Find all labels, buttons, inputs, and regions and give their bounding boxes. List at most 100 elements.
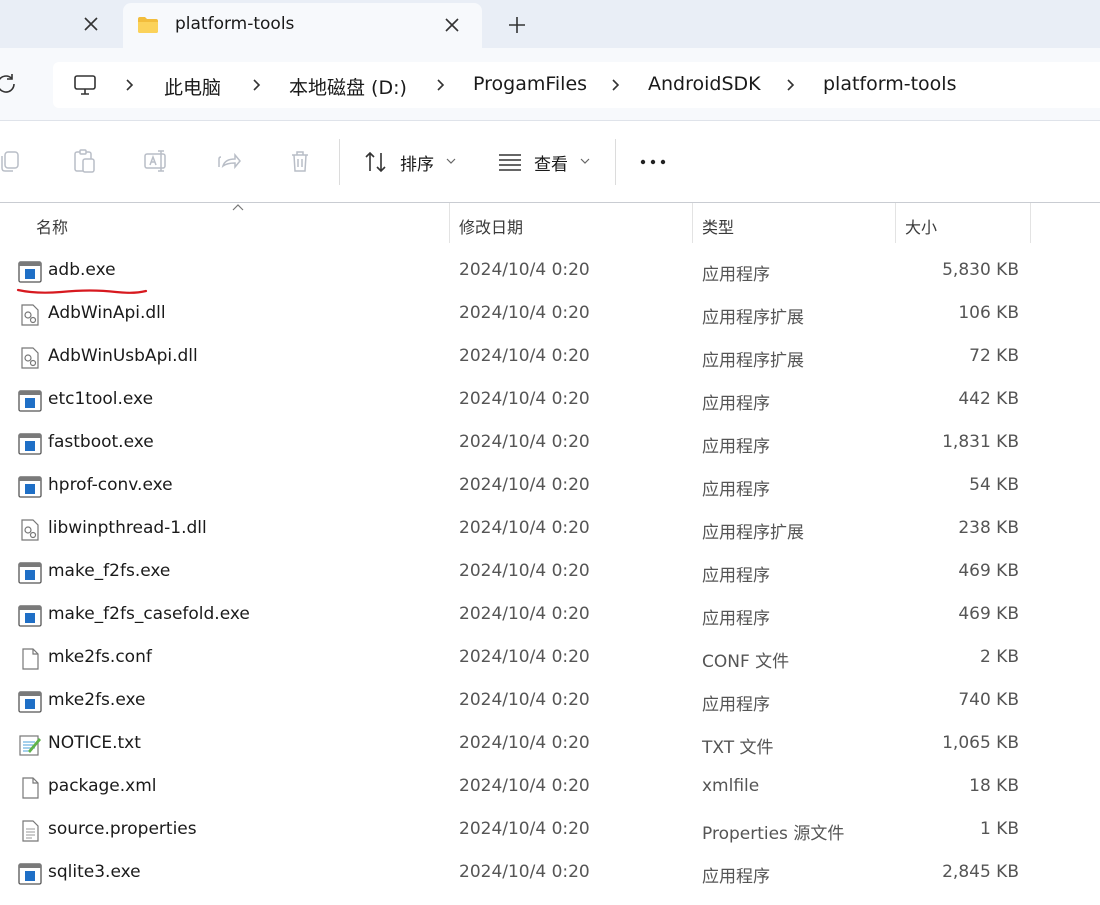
column-divider[interactable] [895,203,896,243]
toolbar-divider [339,139,340,185]
column-divider[interactable] [1030,203,1031,243]
column-size[interactable]: 大小 [905,214,937,238]
file-name: adb.exe [48,260,116,280]
file-row[interactable]: etc1tool.exe 2024/10/4 0:20 应用程序 442 KB [0,379,1100,422]
file-row[interactable]: libwinpthread-1.dll 2024/10/4 0:20 应用程序扩展 2… [0,508,1100,551]
column-date[interactable]: 修改日期 [459,214,523,238]
file-row[interactable]: AdbWinUsbApi.dll 2024/10/4 0:20 应用程序扩展 72 K… [0,336,1100,379]
exe-icon [18,261,42,283]
file-type: 应用程序扩展 [702,308,804,328]
file-date: 2024/10/4 0:20 [459,260,590,280]
dll-icon [18,347,42,369]
refresh-icon[interactable] [0,72,18,96]
sort-icon[interactable] [363,149,389,175]
rename-icon[interactable] [142,147,170,175]
file-row[interactable]: AdbWinApi.dll 2024/10/4 0:20 应用程序扩展 106 KB [0,293,1100,336]
file-row[interactable]: source.properties 2024/10/4 0:20 Propertie… [0,809,1100,852]
close-icon[interactable] [80,13,102,35]
tab-title: platform-tools [175,14,295,34]
exe-icon [18,433,42,455]
chevron-down-icon[interactable] [446,157,456,165]
view-button[interactable]: 查看 [534,150,568,175]
file-name: etc1tool.exe [48,389,154,409]
breadcrumb-this-pc[interactable]: 此电脑 [164,73,221,100]
sort-button[interactable]: 排序 [400,150,434,175]
chevron-right-icon[interactable] [610,79,622,91]
chevron-right-icon[interactable] [251,79,263,91]
file-name: make_f2fs.exe [48,561,171,581]
file-type: TXT 文件 [702,738,774,758]
column-divider[interactable] [692,203,693,243]
file-icon [18,777,42,799]
file-row[interactable]: sqlite3.exe 2024/10/4 0:20 应用程序 2,845 KB [0,852,1100,895]
file-row[interactable]: make_f2fs.exe 2024/10/4 0:20 应用程序 469 KB [0,551,1100,594]
dll-icon [18,519,42,541]
chevron-right-icon[interactable] [435,79,447,91]
file-date: 2024/10/4 0:20 [459,776,590,796]
file-name: libwinpthread-1.dll [48,518,207,538]
chevron-right-icon[interactable] [785,79,797,91]
trash-icon[interactable] [286,147,314,175]
file-row[interactable]: package.xml 2024/10/4 0:20 xmlfile 18 KB [0,766,1100,809]
file-type: 应用程序 [702,437,770,457]
column-type[interactable]: 类型 [702,214,734,238]
share-icon[interactable] [214,147,242,175]
file-type: 应用程序 [702,394,770,414]
exe-icon [18,390,42,412]
file-name: AdbWinApi.dll [48,303,166,323]
file-size: 18 KB [969,776,1019,796]
file-date: 2024/10/4 0:20 [459,432,590,452]
column-divider[interactable] [449,203,450,243]
copy-icon[interactable] [0,147,24,175]
file-type: CONF 文件 [702,652,790,672]
file-size: 2 KB [979,647,1019,667]
close-icon[interactable] [441,14,463,36]
file-row[interactable]: mke2fs.exe 2024/10/4 0:20 应用程序 740 KB [0,680,1100,723]
file-date: 2024/10/4 0:20 [459,303,590,323]
file-type: xmlfile [702,776,760,796]
file-name: package.xml [48,776,157,796]
file-date: 2024/10/4 0:20 [459,819,590,839]
file-row[interactable]: hprof-conv.exe 2024/10/4 0:20 应用程序 54 KB [0,465,1100,508]
file-row[interactable]: make_f2fs_casefold.exe 2024/10/4 0:20 应用程序… [0,594,1100,637]
file-name: source.properties [48,819,197,839]
file-size: 740 KB [958,690,1019,710]
address-bar[interactable]: 此电脑 本地磁盘 (D:) ProgamFiles AndroidSDK pla… [53,62,1100,108]
file-type: Properties 源文件 [702,824,845,844]
paste-icon[interactable] [70,147,98,175]
file-type: 应用程序 [702,480,770,500]
exe-icon [18,476,42,498]
file-name: mke2fs.conf [48,647,152,667]
chevron-right-icon[interactable] [124,79,136,91]
file-type: 应用程序 [702,867,770,887]
file-name: make_f2fs_casefold.exe [48,604,250,624]
breadcrumb-progamfiles[interactable]: ProgamFiles [473,73,587,95]
file-row[interactable]: adb.exe 2024/10/4 0:20 应用程序 5,830 KB [0,250,1100,293]
file-row[interactable]: fastboot.exe 2024/10/4 0:20 应用程序 1,831 KB [0,422,1100,465]
breadcrumb-platform-tools[interactable]: platform-tools [823,73,956,95]
file-row[interactable]: mke2fs.conf 2024/10/4 0:20 CONF 文件 2 KB [0,637,1100,680]
file-size: 72 KB [969,346,1019,366]
breadcrumb-local-disk[interactable]: 本地磁盘 (D:) [289,73,407,100]
column-name[interactable]: 名称 [36,214,68,238]
computer-icon[interactable] [73,74,97,96]
tab-platform-tools[interactable]: platform-tools [123,3,482,48]
file-name: hprof-conv.exe [48,475,173,495]
file-type: 应用程序扩展 [702,351,804,371]
file-name: mke2fs.exe [48,690,146,710]
file-type: 应用程序 [702,695,770,715]
chevron-down-icon[interactable] [580,157,590,165]
plus-icon[interactable] [505,13,529,37]
tab-previous[interactable] [0,0,122,48]
file-type: 应用程序扩展 [702,523,804,543]
file-date: 2024/10/4 0:20 [459,389,590,409]
view-list-icon[interactable] [497,151,523,173]
breadcrumb-androidsdk[interactable]: AndroidSDK [648,73,761,95]
command-bar: 排序 查看 [0,120,1100,202]
more-options-icon[interactable] [635,149,671,175]
file-row[interactable]: NOTICE.txt 2024/10/4 0:20 TXT 文件 1,065 KB [0,723,1100,766]
file-size: 1 KB [979,819,1019,839]
file-size: 1,831 KB [942,432,1019,452]
file-date: 2024/10/4 0:20 [459,690,590,710]
file-size: 1,065 KB [942,733,1019,753]
